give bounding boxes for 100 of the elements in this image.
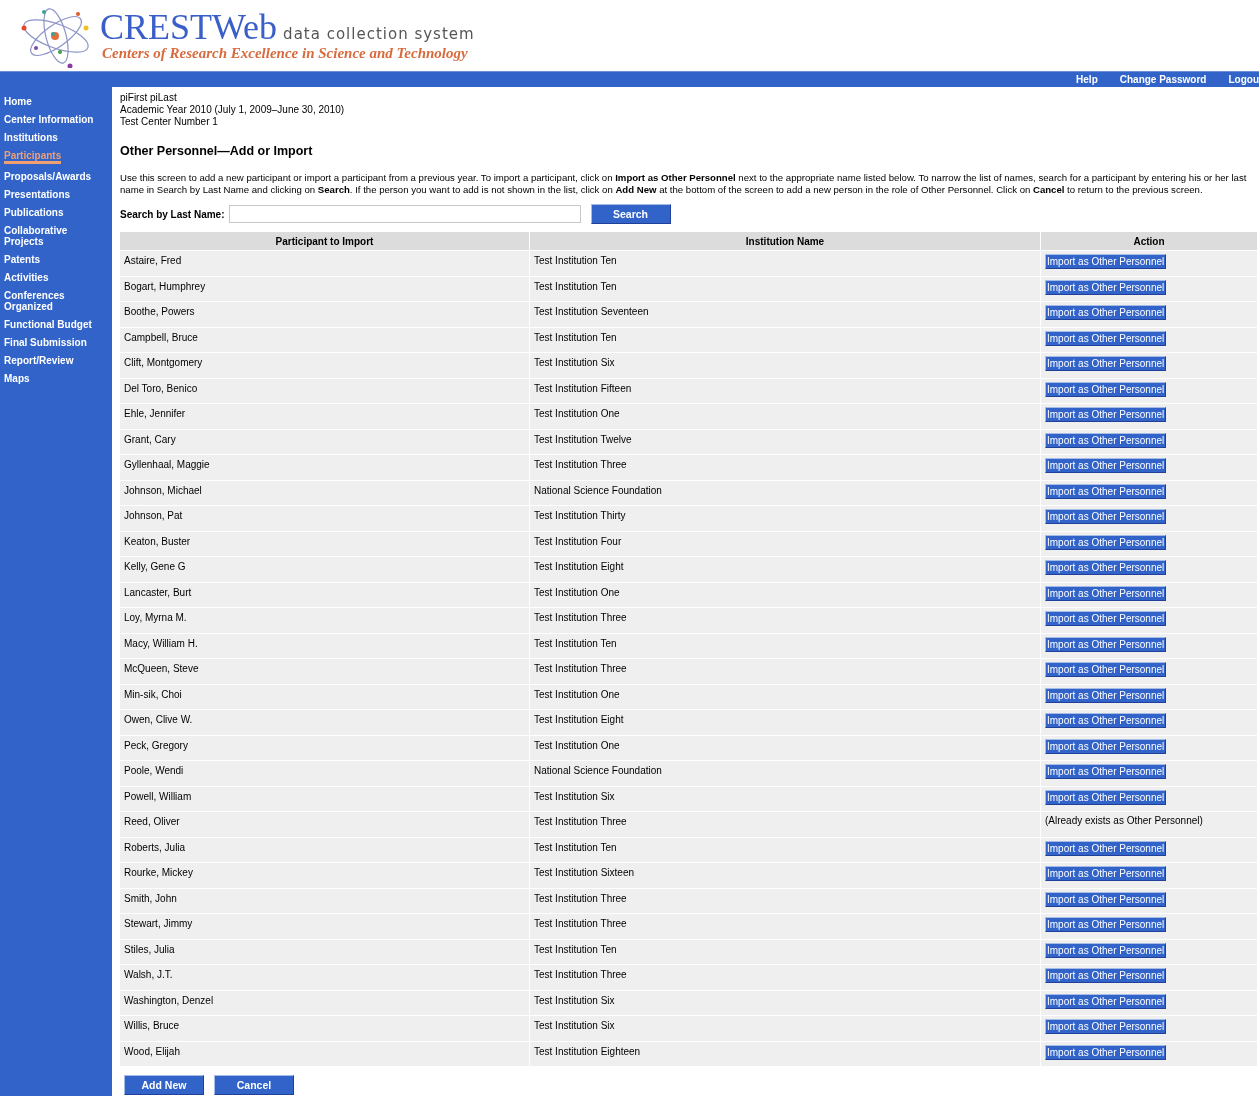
table-cell: Boothe, Powers: [120, 302, 529, 327]
table-cell: Test Institution Ten: [530, 837, 1040, 862]
nav-link[interactable]: Final Submission: [0, 337, 91, 348]
import-button[interactable]: Import as Other Personnel: [1045, 789, 1167, 805]
import-button[interactable]: Import as Other Personnel: [1045, 713, 1167, 728]
import-button[interactable]: Import as Other Personnel: [1045, 458, 1167, 473]
table-cell: Ehle, Jennifer: [120, 404, 529, 429]
header-link[interactable]: Change Password: [1119, 74, 1207, 85]
nav-link[interactable]: Conferences Organized: [0, 290, 112, 312]
context-line: Test Center Number 1: [120, 116, 219, 128]
nav-link[interactable]: Patents: [0, 254, 45, 265]
table-cell: Test Institution Three: [530, 455, 1040, 480]
column-header: Participant to Import: [120, 232, 529, 250]
page-title: Other Personnel—Add or Import: [120, 144, 314, 158]
search-button[interactable]: Search: [590, 204, 671, 224]
table-cell: Test Institution Four: [530, 531, 1040, 556]
import-button[interactable]: Import as Other Personnel: [1045, 534, 1167, 550]
context-line: Academic Year 2010 (July 1, 2009–June 30, 2010): [120, 104, 346, 116]
table-cell: Keaton, Buster: [120, 531, 529, 556]
table-cell: Test Institution Sixteen: [530, 863, 1040, 888]
import-button[interactable]: Import as Other Personnel: [1045, 840, 1167, 856]
import-button[interactable]: Import as Other Personnel: [1045, 279, 1167, 295]
table-cell: Test Institution Three: [530, 608, 1040, 633]
table-cell: Min-sik, Choi: [120, 684, 529, 709]
import-button[interactable]: Import as Other Personnel: [1045, 917, 1167, 932]
table-cell: Rourke, Mickey: [120, 863, 529, 888]
header-link[interactable]: Logou: [1228, 74, 1259, 85]
table-cell: Test Institution One: [530, 582, 1040, 607]
table-cell: Test Institution Ten: [530, 633, 1040, 658]
import-button[interactable]: Import as Other Personnel: [1045, 509, 1167, 524]
site-title: CRESTWeb: [100, 9, 278, 45]
import-button[interactable]: Import as Other Personnel: [1045, 254, 1167, 269]
table-cell: Kelly, Gene G: [120, 557, 529, 582]
table-cell: Loy, Myrna M.: [120, 608, 529, 633]
import-button[interactable]: Import as Other Personnel: [1045, 764, 1167, 779]
import-button[interactable]: Import as Other Personnel: [1045, 330, 1167, 346]
import-button[interactable]: Import as Other Personnel: [1045, 356, 1167, 371]
nav-link[interactable]: Publications: [0, 207, 68, 218]
table-cell: Powell, William: [120, 786, 529, 811]
table-cell: Bogart, Humphrey: [120, 276, 529, 301]
table-cell: Willis, Bruce: [120, 1016, 529, 1041]
import-button[interactable]: Import as Other Personnel: [1045, 866, 1167, 881]
import-button[interactable]: Import as Other Personnel: [1045, 1019, 1167, 1034]
nav-link[interactable]: Functional Budget: [0, 319, 96, 330]
import-button[interactable]: Import as Other Personnel: [1045, 381, 1167, 397]
table-cell: Test Institution Ten: [530, 251, 1040, 276]
table-cell: Test Institution Three: [530, 888, 1040, 913]
search-label: Search by Last Name:: [120, 208, 225, 220]
nav-link[interactable]: Maps: [0, 373, 34, 384]
nav-link[interactable]: Proposals/Awards: [0, 171, 96, 182]
import-button[interactable]: Import as Other Personnel: [1045, 968, 1167, 983]
nav-link[interactable]: Report/Review: [0, 355, 78, 366]
nav-link[interactable]: Center Information: [0, 114, 98, 125]
import-button[interactable]: Import as Other Personnel: [1045, 942, 1167, 958]
table-cell: Lancaster, Burt: [120, 582, 529, 607]
import-button[interactable]: Import as Other Personnel: [1045, 407, 1167, 422]
nav-link[interactable]: Institutions: [0, 132, 62, 143]
table-cell: Gyllenhaal, Maggie: [120, 455, 529, 480]
import-button[interactable]: Import as Other Personnel: [1045, 687, 1167, 703]
site-subtitle: Centers of Research Excellence in Science and Technology: [102, 45, 469, 62]
table-cell: Test Institution One: [530, 404, 1040, 429]
table-cell: Stewart, Jimmy: [120, 914, 529, 939]
import-button[interactable]: Import as Other Personnel: [1045, 483, 1167, 499]
import-button[interactable]: Import as Other Personnel: [1045, 993, 1167, 1009]
form-button[interactable]: Add New: [124, 1075, 204, 1095]
table-cell: Stiles, Julia: [120, 939, 529, 964]
status-note: (Already exists as Other Personnel): [1045, 815, 1203, 826]
nav-link[interactable]: Home: [0, 96, 36, 107]
table-cell: McQueen, Steve: [120, 659, 529, 684]
table-cell: Test Institution Ten: [530, 939, 1040, 964]
nav-link[interactable]: Presentations: [0, 189, 75, 200]
table-cell: Johnson, Michael: [120, 480, 529, 505]
import-button[interactable]: Import as Other Personnel: [1045, 1044, 1167, 1060]
import-button[interactable]: Import as Other Personnel: [1045, 611, 1167, 626]
table-cell: Washington, Denzel: [120, 990, 529, 1015]
table-cell: Test Institution Six: [530, 1016, 1040, 1041]
table-cell: Poole, Wendi: [120, 761, 529, 786]
table-cell: National Science Foundation: [530, 480, 1040, 505]
table-cell: Wood, Elijah: [120, 1041, 529, 1066]
context-line: piFirst piLast: [120, 92, 178, 104]
import-button[interactable]: Import as Other Personnel: [1045, 432, 1167, 448]
nav-link[interactable]: Activities: [0, 272, 53, 283]
site-tagline: data collection system: [283, 25, 475, 43]
import-button[interactable]: Import as Other Personnel: [1045, 305, 1167, 320]
nav-link[interactable]: Collaborative Projects: [0, 225, 112, 247]
table-cell: Test Institution Eight: [530, 557, 1040, 582]
import-button[interactable]: Import as Other Personnel: [1045, 560, 1167, 575]
table-cell: Test Institution Six: [530, 353, 1040, 378]
import-button[interactable]: Import as Other Personnel: [1045, 636, 1167, 652]
form-button[interactable]: Cancel: [214, 1075, 294, 1095]
table-cell: Test Institution Seventeen: [530, 302, 1040, 327]
search-field[interactable]: [228, 205, 581, 223]
import-button[interactable]: Import as Other Personnel: [1045, 585, 1167, 601]
import-button[interactable]: Import as Other Personnel: [1045, 738, 1167, 754]
column-header: Action: [1041, 232, 1257, 250]
import-button[interactable]: Import as Other Personnel: [1045, 891, 1167, 907]
header-link[interactable]: Help: [1076, 74, 1098, 85]
import-button[interactable]: Import as Other Personnel: [1045, 662, 1167, 677]
table-cell: Test Institution Twelve: [530, 429, 1040, 454]
table-cell: Walsh, J.T.: [120, 965, 529, 990]
